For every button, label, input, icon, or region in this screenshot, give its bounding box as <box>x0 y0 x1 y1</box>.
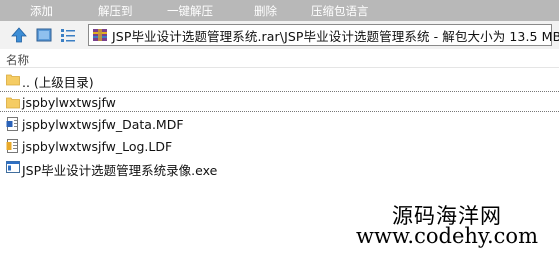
list-item-mdf-file[interactable]: jspbylwxtwsjfw_Data.MDF <box>0 114 559 135</box>
delete-button[interactable]: 删除 <box>254 3 277 19</box>
list-item-label: jspbylwxtwsjfw_Log.LDF <box>22 139 173 154</box>
list-item-label: JSP毕业设计选题管理系统录像.exe <box>22 163 218 178</box>
watermark-url: www.codehy.com <box>356 224 538 248</box>
thumbnail-view-button[interactable] <box>36 27 52 43</box>
list-item-exe-file[interactable]: JSP毕业设计选题管理系统录像.exe <box>0 157 559 178</box>
column-header-name[interactable]: 名称 <box>6 52 29 68</box>
add-button[interactable]: 添加 <box>30 3 53 19</box>
list-item-label: jspbylwxtwsjfw <box>22 95 116 110</box>
folder-icon <box>6 74 20 86</box>
list-view-button[interactable] <box>60 27 76 43</box>
thumbnail-view-icon <box>36 28 52 42</box>
archive-language-button[interactable]: 压缩包语言 <box>311 3 369 19</box>
exe-icon <box>6 161 20 173</box>
address-path-text: JSP毕业设计选题管理系统.rar\JSP毕业设计选题管理系统 - 解包大小为 … <box>112 28 559 44</box>
list-item-label: .. (上级目录) <box>22 75 94 90</box>
list-item-label: jspbylwxtwsjfw_Data.MDF <box>22 117 184 132</box>
address-bar-row: JSP毕业设计选题管理系统.rar\JSP毕业设计选题管理系统 - 解包大小为 … <box>0 21 559 49</box>
list-item-parent-dir[interactable]: .. (上级目录) <box>0 69 559 90</box>
address-path-field[interactable]: JSP毕业设计选题管理系统.rar\JSP毕业设计选题管理系统 - 解包大小为 … <box>88 24 559 46</box>
list-item-ldf-file[interactable]: jspbylwxtwsjfw_Log.LDF <box>0 136 559 157</box>
folder-icon <box>6 97 20 109</box>
extract-to-button[interactable]: 解压到 <box>98 3 133 19</box>
list-item-folder[interactable]: jspbylwxtwsjfw <box>0 91 559 112</box>
one-click-extract-button[interactable]: 一键解压 <box>167 3 213 19</box>
up-arrow-icon <box>11 27 27 43</box>
archive-toolbar: 添加 解压到 一键解压 删除 压缩包语言 <box>0 0 559 21</box>
column-header-row: 名称 <box>0 50 559 68</box>
up-arrow-button[interactable] <box>11 27 27 43</box>
database-file-icon <box>6 117 18 131</box>
log-file-icon <box>6 139 18 153</box>
list-view-icon <box>61 29 75 42</box>
rar-archive-icon <box>93 29 107 41</box>
